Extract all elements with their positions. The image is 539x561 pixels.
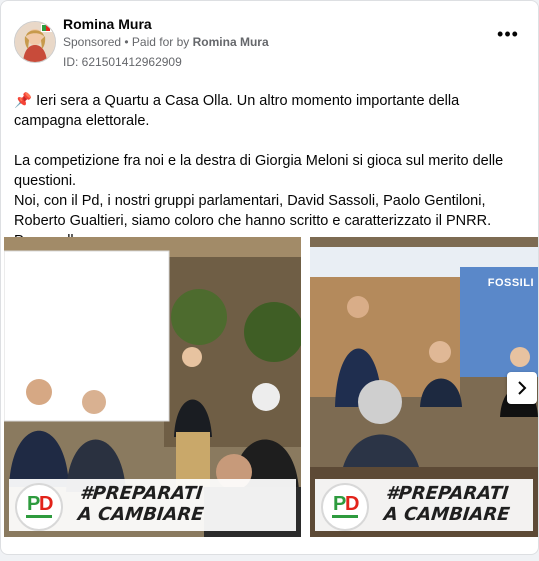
sponsored-line: Sponsored • Paid for by Romina Mura — [63, 35, 269, 49]
slide-slogan: #PREPARATI A CAMBIARE — [77, 483, 207, 525]
post-paragraph-1: 📌 Ieri sera a Quartu a Casa Olla. Un altr… — [14, 91, 524, 131]
pd-logo-icon: P D — [321, 483, 369, 531]
slide-slogan: #PREPARATI A CAMBIARE — [383, 483, 513, 525]
slogan-line-2: A CAMBIARE — [382, 504, 511, 525]
svg-text:D: D — [39, 493, 53, 515]
ad-post-card: Romina Mura Sponsored • Paid for by Romi… — [0, 0, 539, 555]
ad-id: ID: 621501412962909 — [63, 55, 182, 69]
carousel-next-button[interactable] — [507, 372, 537, 404]
slogan-line-1: #PREPARATI — [79, 483, 204, 504]
chevron-right-icon — [518, 381, 527, 395]
paid-by-name[interactable]: Romina Mura — [193, 35, 269, 49]
carousel-slide-2[interactable]: FOSSILI P D #PREPARATI A CAMBIARE — [310, 237, 538, 537]
slogan-line-1: #PREPARATI — [385, 483, 510, 504]
slide-banner: P D #PREPARATI A CAMBIARE — [9, 479, 296, 531]
sponsored-label: Sponsored — [63, 35, 122, 49]
avatar-image — [15, 22, 55, 62]
pd-logo-icon: P D — [15, 483, 63, 531]
post-line-2: La competizione fra noi e la destra di G… — [14, 153, 504, 189]
profile-avatar[interactable] — [14, 21, 56, 63]
post-body: 📌 Ieri sera a Quartu a Casa Olla. Un altr… — [14, 91, 524, 251]
more-options-button[interactable]: ••• — [496, 25, 520, 43]
svg-text:D: D — [345, 493, 359, 515]
post-line-1: Ieri sera a Quartu a Casa Olla. Un altro… — [14, 93, 460, 129]
author-name[interactable]: Romina Mura — [63, 16, 152, 32]
paid-for-prefix: • Paid for by — [121, 35, 193, 49]
slide-banner: P D #PREPARATI A CAMBIARE — [315, 479, 533, 531]
more-horizontal-icon: ••• — [497, 24, 519, 44]
pushpin-icon: 📌 — [14, 93, 33, 109]
slogan-line-2: A CAMBIARE — [76, 504, 205, 525]
screen-text: FOSSILI — [487, 277, 534, 289]
carousel-slide-1[interactable]: P D #PREPARATI A CAMBIARE — [4, 237, 301, 537]
image-carousel: P D #PREPARATI A CAMBIARE FOSSILI P D #P… — [1, 237, 538, 537]
